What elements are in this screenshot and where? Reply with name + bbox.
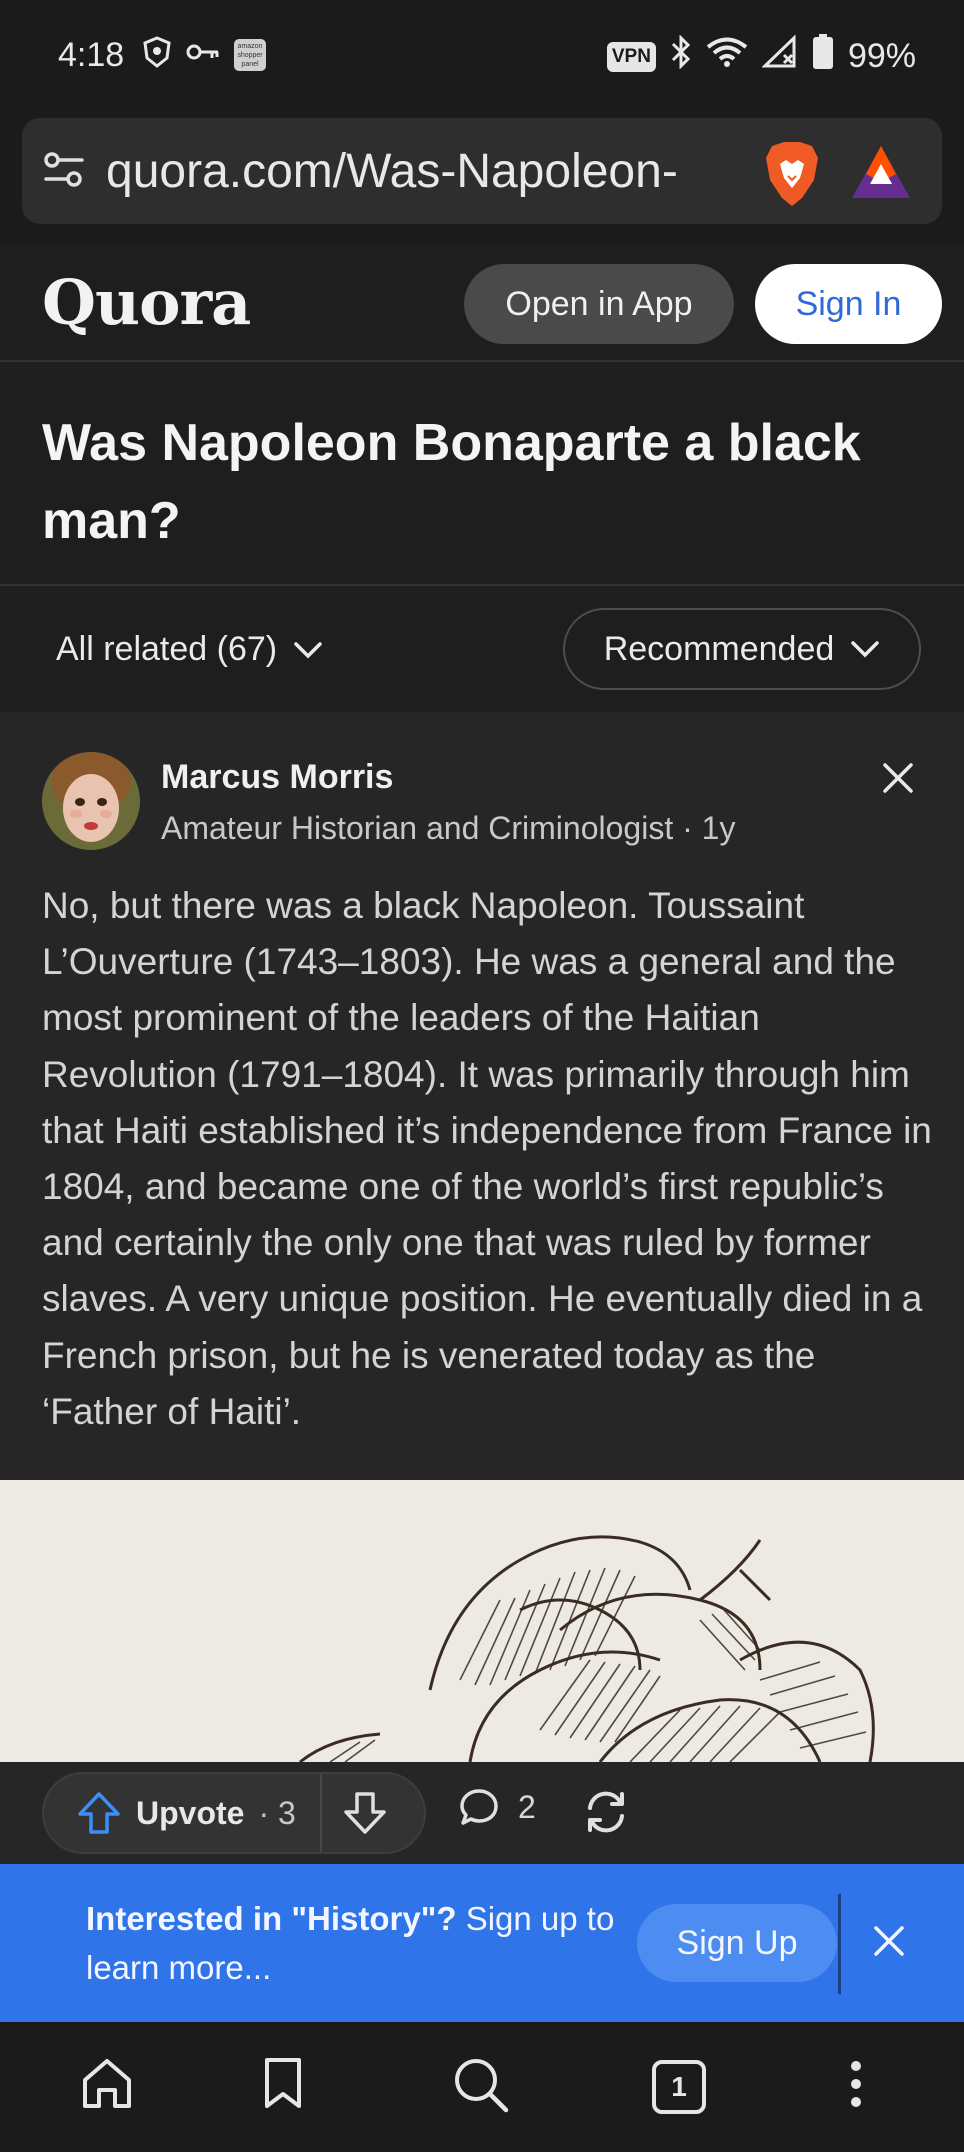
status-bar: 4:18 amazon shopper panel VPN 99% <box>0 0 964 112</box>
comments-button[interactable]: 2 <box>458 1786 536 1828</box>
answer-filters: All related (67) Recommended <box>0 586 964 712</box>
downvote-icon[interactable] <box>342 1790 388 1841</box>
question-title[interactable]: Was Napoleon Bonaparte a black man? <box>42 404 922 560</box>
avatar[interactable] <box>42 752 140 850</box>
key-icon <box>186 42 220 67</box>
brave-rewards-icon[interactable] <box>848 142 914 207</box>
all-related-dropdown[interactable]: All related (67) <box>56 630 323 669</box>
battery-icon <box>812 34 834 79</box>
search-icon[interactable] <box>452 2056 510 2119</box>
engraving-illustration <box>299 1535 875 1762</box>
browser-bottom-nav: 1 <box>0 2022 964 2152</box>
bluetooth-icon <box>670 34 692 78</box>
all-related-label: All related (67) <box>56 630 278 668</box>
close-icon[interactable] <box>880 760 916 801</box>
comment-count: 2 <box>518 1788 536 1825</box>
answer-text: No, but there was a black Napoleon. Tous… <box>42 885 932 1432</box>
quora-header: Quora Open in App Sign In <box>0 246 964 362</box>
banner-divider <box>838 1894 841 1994</box>
more-icon[interactable] <box>848 2056 864 2117</box>
sign-in-button[interactable]: Sign In <box>755 264 942 344</box>
question-header: Was Napoleon Bonaparte a black man? <box>0 362 964 586</box>
author-name[interactable]: Marcus Morris <box>161 758 393 797</box>
upvote-count: · 3 <box>258 1794 296 1831</box>
url-text[interactable]: quora.com/Was-Napoleon- <box>106 144 726 199</box>
site-settings-icon[interactable] <box>42 148 86 197</box>
answer-image[interactable] <box>0 1480 964 1762</box>
no-signal-icon <box>761 34 798 78</box>
bookmark-icon[interactable] <box>262 2056 304 2117</box>
brave-lion-icon[interactable] <box>762 140 822 213</box>
chevron-down-icon <box>851 641 880 658</box>
vpn-badge: VPN <box>606 41 656 72</box>
comment-icon <box>460 1789 498 1825</box>
chevron-down-icon <box>294 641 322 658</box>
sign-up-button[interactable]: Sign Up <box>637 1904 837 1982</box>
close-icon[interactable] <box>872 1924 906 1963</box>
upvote-arrow-icon <box>78 1792 120 1834</box>
banner-text: Interested in "History"? Sign up to lear… <box>86 1894 646 1992</box>
share-icon[interactable] <box>580 1786 632 1843</box>
address-bar[interactable]: quora.com/Was-Napoleon- <box>22 118 942 224</box>
system-icons: VPN 99% <box>606 34 916 79</box>
answer-actions: Upvote · 3 2 <box>0 1762 964 1864</box>
open-in-app-button[interactable]: Open in App <box>464 264 734 344</box>
notification-icons: amazon shopper panel <box>142 36 266 73</box>
answer-card: Marcus Morris Amateur Historian and Crim… <box>0 712 964 1480</box>
author-credential: Amateur Historian and Criminologist · 1y <box>161 810 736 846</box>
browser-toolbar: quora.com/Was-Napoleon- <box>0 112 964 246</box>
quora-logo[interactable]: Quora <box>42 266 251 339</box>
banner-topic: Interested in "History"? <box>86 1900 457 1937</box>
signup-banner: Interested in "History"? Sign up to lear… <box>0 1864 964 2022</box>
amazon-shopper-icon: amazon shopper panel <box>234 38 266 71</box>
tabs-icon[interactable]: 1 <box>652 2060 706 2114</box>
upvote-button[interactable]: Upvote · 3 <box>44 1774 320 1852</box>
status-time: 4:18 <box>58 36 125 74</box>
upvote-label: Upvote <box>136 1794 245 1831</box>
sort-dropdown[interactable]: Recommended <box>563 608 921 690</box>
battery-percent: 99% <box>847 37 916 75</box>
vote-group: Upvote · 3 <box>42 1772 426 1854</box>
brave-shield-icon <box>142 36 172 73</box>
wifi-icon <box>706 36 748 77</box>
sort-label: Recommended <box>603 629 835 668</box>
vote-divider <box>320 1774 322 1852</box>
home-icon[interactable] <box>80 2056 134 2117</box>
